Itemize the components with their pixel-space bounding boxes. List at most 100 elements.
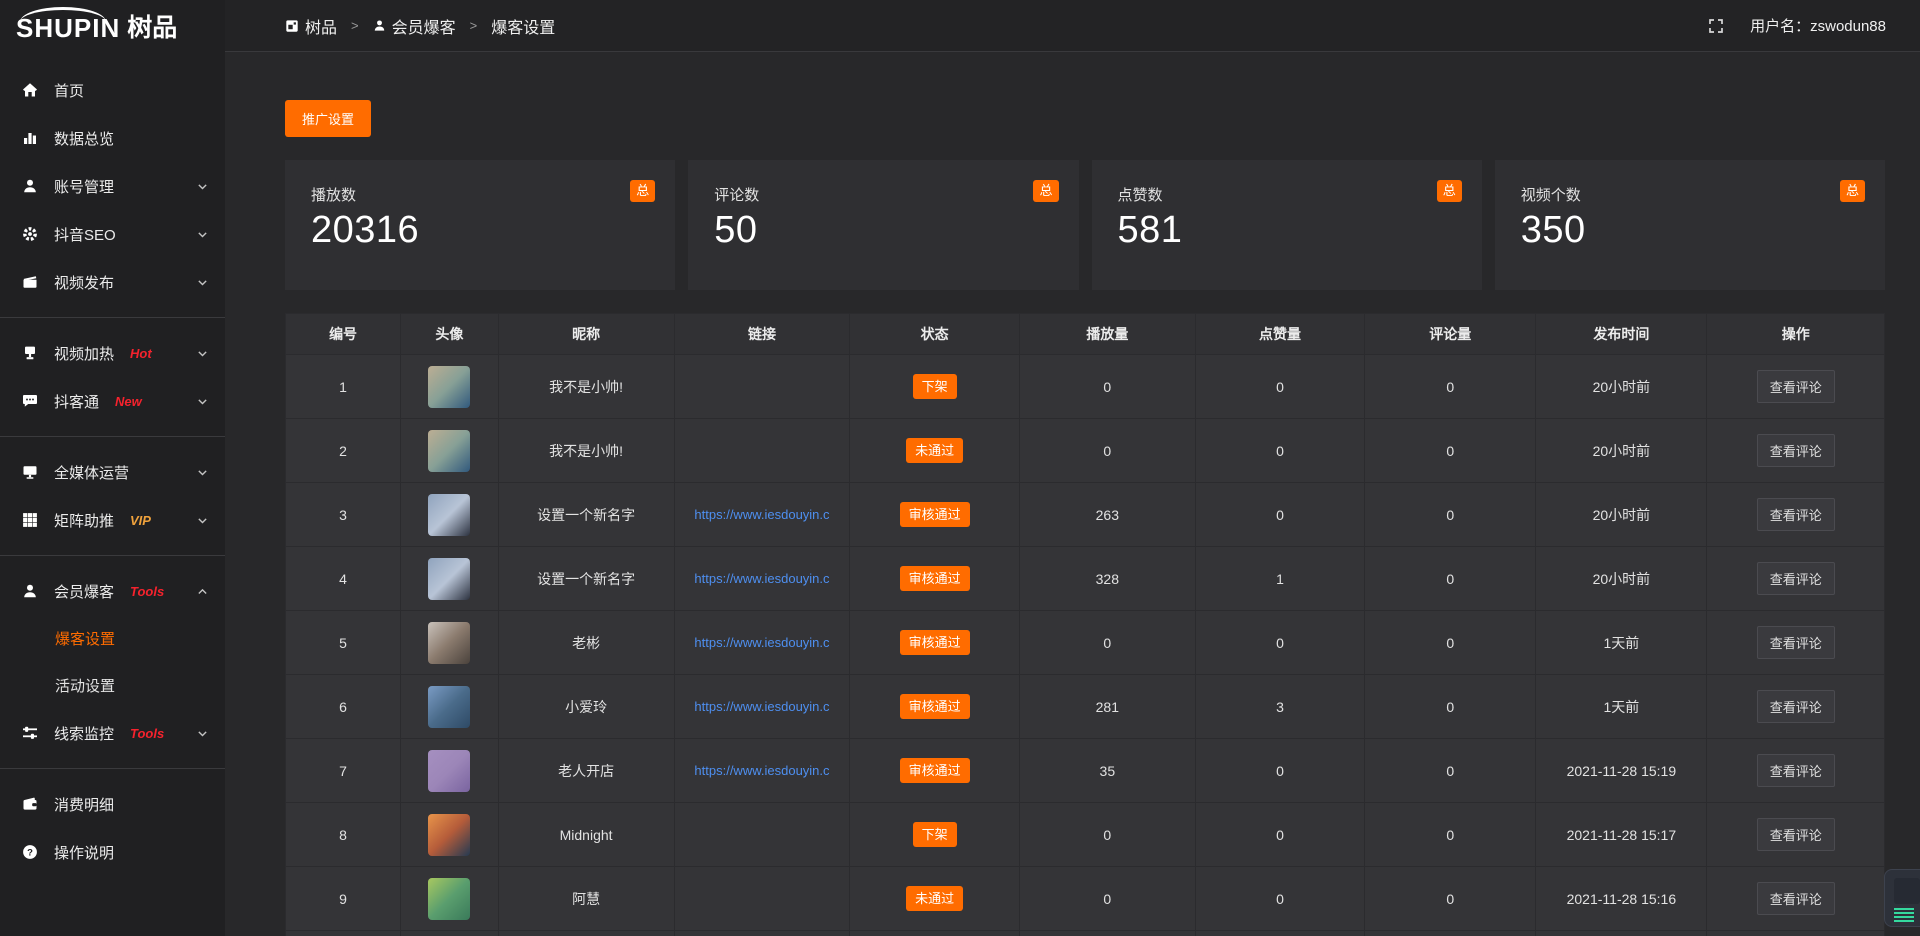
floating-widget[interactable] [1884, 869, 1920, 927]
cell-link [674, 355, 850, 419]
table-row: 3设置一个新名字https://www.iesdouyin.c审核通过26300… [286, 483, 1885, 547]
breadcrumb-item[interactable]: 爆客设置 [491, 14, 555, 38]
view-comments-button[interactable]: 查看评论 [1757, 754, 1835, 787]
video-link[interactable]: https://www.iesdouyin.c [676, 635, 849, 650]
sidebar-item[interactable]: 矩阵助推VIP [0, 496, 225, 544]
cell-status: 未通过 [850, 419, 1019, 483]
promo-settings-button[interactable]: 推广设置 [285, 100, 371, 137]
sidebar-divider [0, 317, 225, 318]
cell-avatar [401, 675, 499, 739]
cell-avatar [401, 547, 499, 611]
question-icon: ? [22, 844, 40, 860]
view-comments-button[interactable]: 查看评论 [1757, 434, 1835, 467]
video-link[interactable]: https://www.iesdouyin.c [676, 763, 849, 778]
sidebar-item-label: 视频加热 [54, 343, 114, 364]
avatar [428, 814, 470, 856]
stat-value: 20316 [311, 209, 649, 252]
cell-action: 查看评论 [1707, 547, 1885, 611]
cell-avatar [401, 419, 499, 483]
view-comments-button[interactable]: 查看评论 [1757, 882, 1835, 915]
videos-table: 编号头像昵称链接状态播放量点赞量评论量发布时间操作 1我不是小帅!下架00020… [285, 313, 1885, 936]
view-comments-button[interactable]: 查看评论 [1757, 690, 1835, 723]
cell-plays: 0 [1019, 611, 1195, 675]
video-link[interactable]: https://www.iesdouyin.c [676, 507, 849, 522]
sidebar-item-label: 数据总览 [54, 128, 114, 149]
sidebar-item[interactable]: 首页 [0, 66, 225, 114]
breadcrumb-label: 爆客设置 [491, 14, 555, 38]
cell-id [286, 931, 401, 936]
stat-total-badge: 总 [1840, 180, 1865, 202]
cell-link [674, 931, 850, 936]
table-header-row: 编号头像昵称链接状态播放量点赞量评论量发布时间操作 [286, 314, 1885, 355]
cell-id: 4 [286, 547, 401, 611]
sidebar-divider [0, 555, 225, 556]
column-header: 评论量 [1365, 314, 1536, 355]
user-menu[interactable]: 用户名：zswodun88 [1750, 15, 1890, 36]
sidebar-item-tag: Tools [130, 584, 164, 599]
cell-status: 审核通过 [850, 483, 1019, 547]
sidebar-item-label: 线索监控 [54, 723, 114, 744]
cell-link [674, 867, 850, 931]
view-comments-button[interactable]: 查看评论 [1757, 370, 1835, 403]
logo-text-en: SHUPIN [16, 15, 120, 41]
video-link[interactable]: https://www.iesdouyin.c [676, 571, 849, 586]
sidebar-subitem[interactable]: 活动设置 [0, 662, 225, 709]
cell-nickname [498, 931, 674, 936]
cell-time: 1天前 [1536, 611, 1707, 675]
column-header: 头像 [401, 314, 499, 355]
sidebar-item[interactable]: ?操作说明 [0, 828, 225, 876]
sidebar-item[interactable]: 视频加热Hot [0, 329, 225, 377]
cell-action: 查看评论 [1707, 803, 1885, 867]
stat-card: 点赞数581总 [1092, 160, 1482, 290]
cell-likes: 1 [1195, 547, 1364, 611]
sidebar-item[interactable]: 视频发布 [0, 258, 225, 306]
cell-status: 审核通过 [850, 675, 1019, 739]
stat-value: 581 [1118, 209, 1456, 252]
breadcrumb-item[interactable]: 树品 [285, 14, 337, 38]
stat-cards: 播放数20316总评论数50总点赞数581总视频个数350总 [285, 160, 1885, 290]
cell-status: 下架 [850, 355, 1019, 419]
sidebar-item[interactable]: 会员爆客Tools [0, 567, 225, 615]
breadcrumb-item[interactable]: 会员爆客 [373, 14, 456, 38]
sidebar-item[interactable]: 全媒体运营 [0, 448, 225, 496]
cell-link: https://www.iesdouyin.c [674, 611, 850, 675]
view-comments-button[interactable]: 查看评论 [1757, 498, 1835, 531]
sidebar-item[interactable]: 抖客通New [0, 377, 225, 425]
sidebar-item[interactable]: 账号管理 [0, 162, 225, 210]
status-badge: 审核通过 [900, 630, 970, 656]
sidebar-subitem[interactable]: 爆客设置 [0, 615, 225, 662]
column-header: 播放量 [1019, 314, 1195, 355]
sidebar: SHUPIN 树品 首页数据总览账号管理抖音SEO视频发布视频加热Hot抖客通N… [0, 0, 225, 936]
sidebar-item[interactable]: 消费明细 [0, 780, 225, 828]
cell-comments: 0 [1365, 867, 1536, 931]
cell-action: 查看评论 [1707, 675, 1885, 739]
cell-time: 2021-11-28 15:17 [1536, 803, 1707, 867]
cell-status: 下架 [850, 803, 1019, 867]
status-badge: 审核通过 [900, 758, 970, 784]
cell-id: 8 [286, 803, 401, 867]
topbar-right: 用户名：zswodun88 [1708, 15, 1890, 36]
table-row: 6小爱玲https://www.iesdouyin.c审核通过281301天前查… [286, 675, 1885, 739]
fullscreen-icon[interactable] [1708, 18, 1724, 34]
view-comments-button[interactable]: 查看评论 [1757, 626, 1835, 659]
sidebar-item[interactable]: 数据总览 [0, 114, 225, 162]
sidebar-item-label: 抖音SEO [54, 224, 116, 245]
cell-likes: 0 [1195, 611, 1364, 675]
cell-nickname: 小爱玲 [498, 675, 674, 739]
cell-avatar [401, 739, 499, 803]
video-link[interactable]: https://www.iesdouyin.c [676, 699, 849, 714]
view-comments-button[interactable]: 查看评论 [1757, 818, 1835, 851]
cell-action: 查看评论 [1707, 739, 1885, 803]
cell-link: https://www.iesdouyin.c [674, 675, 850, 739]
sidebar-item[interactable]: 抖音SEO [0, 210, 225, 258]
cell-likes: 0 [1195, 483, 1364, 547]
cell-action: 查看评论 [1707, 355, 1885, 419]
cell-plays [1019, 931, 1195, 936]
cell-comments: 0 [1365, 355, 1536, 419]
cell-likes: 0 [1195, 739, 1364, 803]
chevron-down-icon [196, 228, 209, 241]
cell-plays: 0 [1019, 867, 1195, 931]
sidebar-item[interactable]: 线索监控Tools [0, 709, 225, 757]
view-comments-button[interactable]: 查看评论 [1757, 562, 1835, 595]
cell-link [674, 803, 850, 867]
